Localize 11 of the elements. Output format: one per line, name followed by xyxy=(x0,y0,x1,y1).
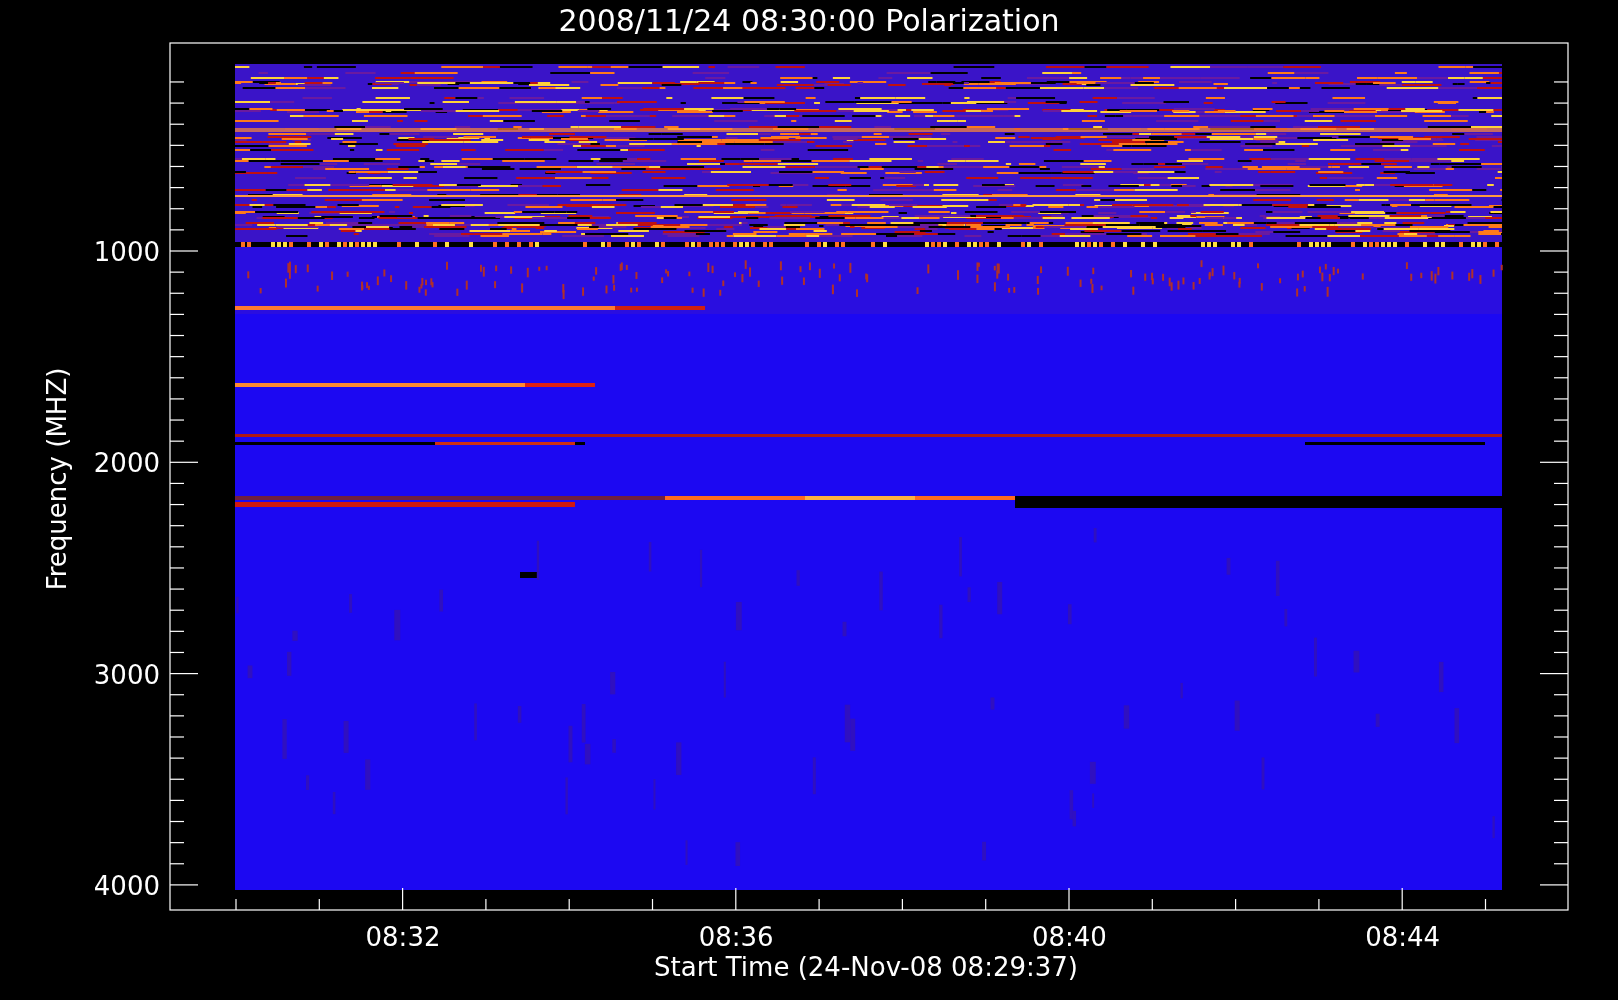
tick-label: 3000 xyxy=(93,659,160,690)
tick-label: 08:44 xyxy=(1365,922,1441,952)
tick-label: 08:40 xyxy=(1031,922,1107,952)
tick-label: 08:36 xyxy=(698,922,774,952)
tick-label: 1000 xyxy=(93,237,160,267)
axis-title: Frequency (MHZ) xyxy=(42,367,72,591)
tick-label: 4000 xyxy=(93,870,160,901)
axis-title: Start Time (24-Nov-08 08:29:37) xyxy=(654,952,1078,982)
tick-label: 08:32 xyxy=(365,922,441,952)
chart-title: 2008/11/24 08:30:00 Polarization xyxy=(558,3,1060,38)
tick-label: 2000 xyxy=(93,448,160,479)
